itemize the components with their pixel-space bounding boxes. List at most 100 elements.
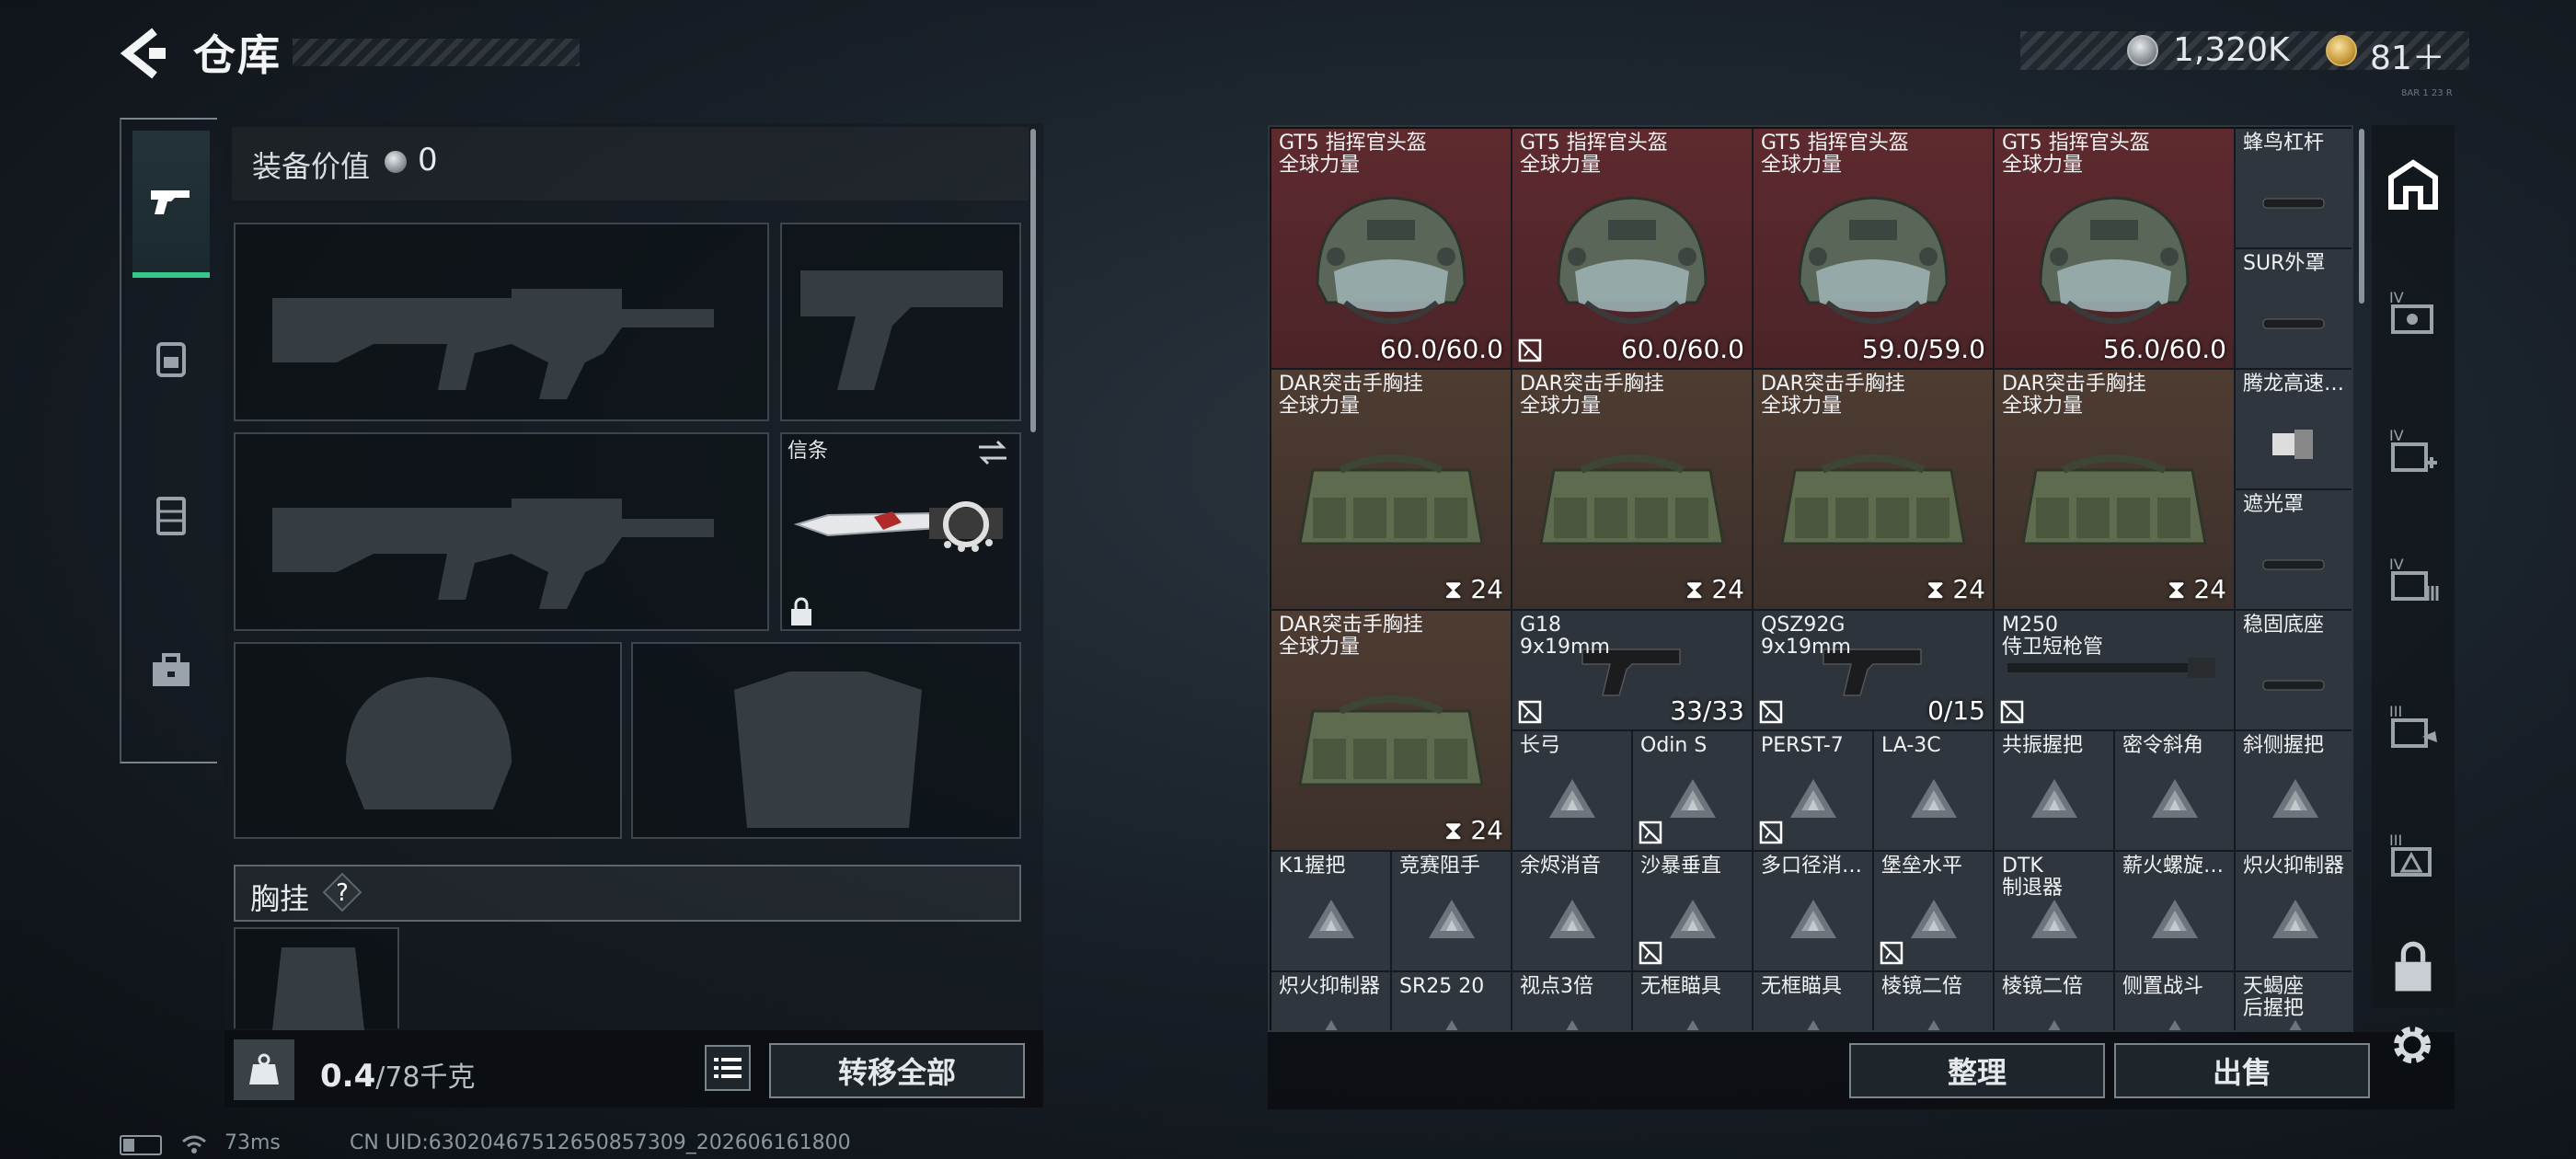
- capacity-value: ⧗ 24: [1685, 574, 1744, 604]
- attachment-placeholder-icon: [1306, 898, 1356, 944]
- tab-stash-iv-1[interactable]: IV: [2381, 281, 2445, 346]
- stash-item-weapon[interactable]: M250 侍卫短枪管: [1995, 611, 2236, 731]
- stash-item-attachment[interactable]: DTK 制退器: [1995, 852, 2115, 972]
- gold-coin-icon[interactable]: [2326, 35, 2357, 66]
- stash-item-attachment[interactable]: 炽火抑制器: [1271, 972, 1392, 1030]
- stash-item-attachment[interactable]: 沙暴垂直: [1633, 852, 1754, 972]
- helmet-icon: [1531, 183, 1733, 352]
- stash-item-attachment[interactable]: 侧置战斗: [2115, 972, 2236, 1030]
- tier-label: III: [2389, 832, 2402, 849]
- stash-scrollbar[interactable]: [2359, 129, 2364, 304]
- tab-case[interactable]: [132, 598, 210, 745]
- tab-stash-iii-2[interactable]: III: [2381, 824, 2445, 889]
- stash-item-attachment[interactable]: K1握把: [1271, 852, 1392, 972]
- stash-item-chest-rig[interactable]: DAR突击手胸挂 全球力量 ⧗ 24: [1271, 611, 1512, 852]
- stash-item-attachment[interactable]: PERST-7: [1754, 731, 1874, 852]
- transfer-all-button[interactable]: 转移全部: [769, 1043, 1025, 1098]
- stash-item-helmet[interactable]: GT5 指挥官头盔 全球力量 60.0/60.0: [1512, 129, 1754, 370]
- item-name: 侧置战斗: [2122, 975, 2204, 998]
- no-trade-icon: [1518, 700, 1542, 724]
- stash-item-attachment[interactable]: 视点3倍: [1512, 972, 1633, 1030]
- stash-item-attachment[interactable]: LA-3C: [1874, 731, 1995, 852]
- tab-backpack[interactable]: [132, 285, 210, 432]
- stash-item-attachment[interactable]: 薪火螺旋…: [2115, 852, 2236, 972]
- attachment-placeholder-icon: [1547, 898, 1597, 944]
- item-name: SR25 20: [1399, 975, 1485, 998]
- chest-rig-icon: [1526, 442, 1738, 575]
- no-trade-icon: [2000, 700, 2024, 724]
- stash-item-attachment[interactable]: 堡垒水平: [1874, 852, 1995, 972]
- stash-item-attachment[interactable]: 多口径消…: [1754, 852, 1874, 972]
- stash-item-attachment[interactable]: SR25 20: [1392, 972, 1512, 1030]
- stash-item-attachment[interactable]: 棱镜二倍: [1995, 972, 2115, 1030]
- swap-icon[interactable]: [975, 436, 1010, 469]
- item-name: 炽火抑制器: [2243, 855, 2345, 878]
- tab-stash-iv-2[interactable]: IV: [2381, 419, 2445, 484]
- sell-button[interactable]: 出售: [2114, 1043, 2370, 1098]
- helmet-slot[interactable]: [234, 642, 622, 839]
- stash-item-attachment[interactable]: 无框瞄具: [1754, 972, 1874, 1030]
- tab-weapons[interactable]: [132, 131, 210, 278]
- stash-item-attachment[interactable]: 天蝎座 后握把: [2236, 972, 2352, 1030]
- title-decoration: [293, 39, 580, 66]
- item-durability: 59.0/59.0: [1861, 334, 1985, 364]
- no-trade-icon: [1759, 820, 1783, 844]
- battery-icon: [120, 1135, 162, 1155]
- stash-item-attachment[interactable]: SUR外罩: [2236, 249, 2352, 370]
- body-armor-slot[interactable]: [631, 642, 1021, 839]
- knife-item-image[interactable]: [791, 488, 1012, 561]
- stash-item-attachment[interactable]: 余烬消音: [1512, 852, 1633, 972]
- stash-item-attachment[interactable]: 棱镜二倍: [1874, 972, 1995, 1030]
- settings-gear-icon[interactable]: [2386, 1019, 2438, 1071]
- stash-item-weapon[interactable]: QSZ92G 9x19mm 0/15: [1754, 611, 1995, 731]
- sort-button[interactable]: 整理: [1849, 1043, 2105, 1098]
- stash-item-chest-rig[interactable]: DAR突击手胸挂 全球力量 ⧗ 24: [1512, 370, 1754, 611]
- stash-icon: [2388, 159, 2438, 210]
- equipment-scrollbar[interactable]: [1030, 129, 1036, 432]
- helmet-icon: [2013, 183, 2215, 352]
- sidearm-slot[interactable]: [780, 223, 1021, 421]
- stash-item-attachment[interactable]: 遮光罩: [2236, 490, 2352, 611]
- back-button[interactable]: [118, 26, 173, 81]
- tab-chest-rig[interactable]: [132, 442, 210, 589]
- attachment-placeholder-icon: [2271, 898, 2320, 944]
- stash-item-helmet[interactable]: GT5 指挥官头盔 全球力量 56.0/60.0: [1995, 129, 2236, 370]
- stash-item-chest-rig[interactable]: DAR突击手胸挂 全球力量 ⧗ 24: [1995, 370, 2236, 611]
- attachment-placeholder-icon: [2030, 1018, 2079, 1030]
- tab-stash-iv-3[interactable]: IV: [2381, 548, 2445, 613]
- stash-item-helmet[interactable]: GT5 指挥官头盔 全球力量 59.0/59.0: [1754, 129, 1995, 370]
- primary-weapon-slot[interactable]: [234, 223, 769, 421]
- weight-max: /78千克: [375, 1061, 476, 1094]
- item-name: 视点3倍: [1520, 975, 1593, 998]
- attachment-icon: [2258, 671, 2331, 703]
- stash-item-attachment[interactable]: 竞赛阻手: [1392, 852, 1512, 972]
- stash-item-attachment[interactable]: 长弓: [1512, 731, 1633, 852]
- stash-item-attachment[interactable]: 炽火抑制器: [2236, 852, 2352, 972]
- stash-item-attachment[interactable]: 腾龙高速…: [2236, 370, 2352, 490]
- stash-item-helmet[interactable]: GT5 指挥官头盔 全球力量 60.0/60.0: [1271, 129, 1512, 370]
- attachment-placeholder-icon: [1788, 777, 1838, 823]
- currency-gold-amount[interactable]: 81＋: [2370, 31, 2445, 79]
- stash-item-attachment[interactable]: 共振握把: [1995, 731, 2115, 852]
- help-icon[interactable]: ?: [322, 872, 362, 912]
- list-view-button[interactable]: [705, 1045, 751, 1091]
- stash-item-chest-rig[interactable]: DAR突击手胸挂 全球力量 ⧗ 24: [1271, 370, 1512, 611]
- item-name: 棱镜二倍: [2002, 975, 2084, 998]
- tab-stash-iii-1[interactable]: III: [2381, 695, 2445, 760]
- stash-item-attachment[interactable]: 无框瞄具: [1633, 972, 1754, 1030]
- chest-rig-slot[interactable]: [234, 927, 399, 1030]
- item-durability: 60.0/60.0: [1379, 334, 1503, 364]
- lock-tab[interactable]: [2381, 941, 2445, 992]
- stash-item-attachment[interactable]: 蜂鸟杠杆: [2236, 129, 2352, 249]
- tab-all-stash[interactable]: [2381, 153, 2445, 217]
- stash-item-chest-rig[interactable]: DAR突击手胸挂 全球力量 ⧗ 24: [1754, 370, 1995, 611]
- stash-item-attachment[interactable]: 密令斜角: [2115, 731, 2236, 852]
- vest-icon: [156, 497, 186, 535]
- stash-item-attachment[interactable]: 斜侧握把: [2236, 731, 2352, 852]
- attachment-placeholder-icon: [1909, 777, 1959, 823]
- secondary-weapon-slot[interactable]: [234, 432, 769, 631]
- stash-item-weapon[interactable]: G18 9x19mm 33/33: [1512, 611, 1754, 731]
- stash-item-attachment[interactable]: Odin S: [1633, 731, 1754, 852]
- stash-item-attachment[interactable]: 稳固底座: [2236, 611, 2352, 731]
- version-text: 8AR 1 23 R: [2401, 88, 2453, 98]
